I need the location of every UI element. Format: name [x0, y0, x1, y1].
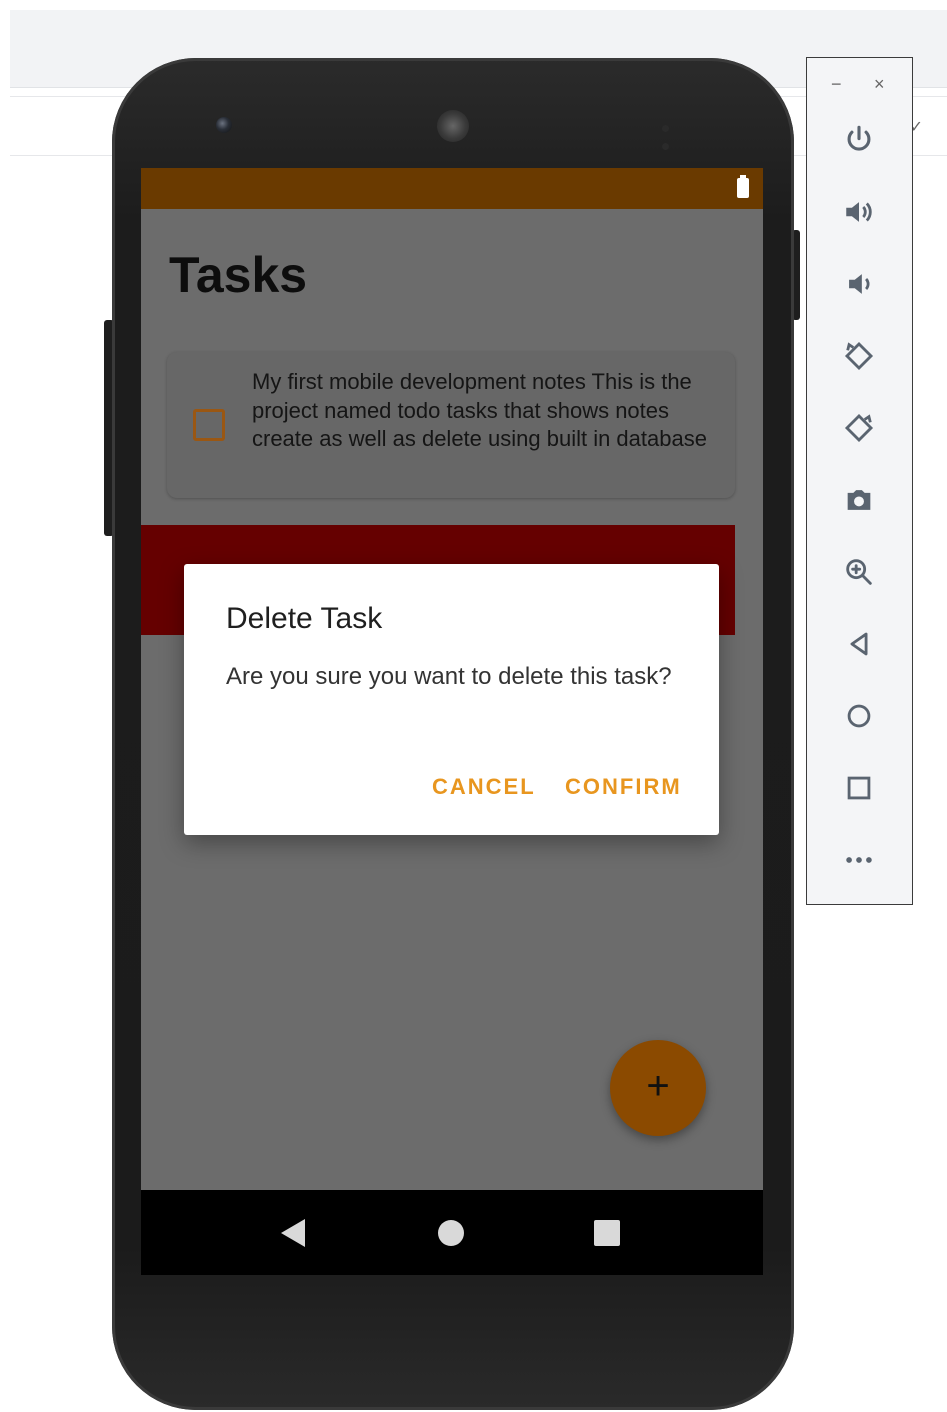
back-icon[interactable] [835, 620, 883, 668]
android-navigation-bar [141, 1190, 763, 1275]
volume-down-icon[interactable] [835, 260, 883, 308]
emulator-control-panel: − × [806, 57, 913, 905]
power-icon[interactable] [835, 116, 883, 164]
zoom-icon[interactable] [835, 548, 883, 596]
home-icon[interactable] [835, 692, 883, 740]
overview-icon[interactable] [835, 764, 883, 812]
dialog-title: Delete Task [226, 602, 383, 635]
status-bar [141, 168, 763, 209]
add-task-button[interactable]: + [610, 1040, 706, 1136]
confirm-button[interactable]: CONFIRM [565, 774, 682, 800]
dialog-message: Are you sure you want to delete this tas… [226, 663, 672, 690]
rotate-left-icon[interactable] [835, 332, 883, 380]
page-title: Tasks [169, 247, 308, 303]
close-icon[interactable]: × [874, 74, 885, 95]
delete-task-dialog: Delete Task Are you sure you want to del… [184, 564, 719, 835]
cancel-button[interactable]: CANCEL [432, 774, 536, 800]
rotate-right-icon[interactable] [835, 404, 883, 452]
proximity-sensors [662, 119, 702, 150]
task-text: My first mobile development notes This i… [252, 369, 707, 451]
earpiece-speaker [437, 110, 469, 142]
task-checkbox[interactable] [193, 409, 225, 441]
nav-home-icon[interactable] [438, 1220, 464, 1246]
task-card[interactable]: My first mobile development notes This i… [167, 352, 735, 498]
front-camera [216, 117, 232, 133]
nav-recents-icon[interactable] [594, 1220, 620, 1246]
minimize-icon[interactable]: − [831, 74, 842, 95]
more-icon[interactable] [835, 836, 883, 884]
nav-back-icon[interactable] [281, 1219, 305, 1247]
battery-icon [737, 175, 749, 198]
volume-up-icon[interactable] [835, 188, 883, 236]
camera-icon[interactable] [835, 476, 883, 524]
